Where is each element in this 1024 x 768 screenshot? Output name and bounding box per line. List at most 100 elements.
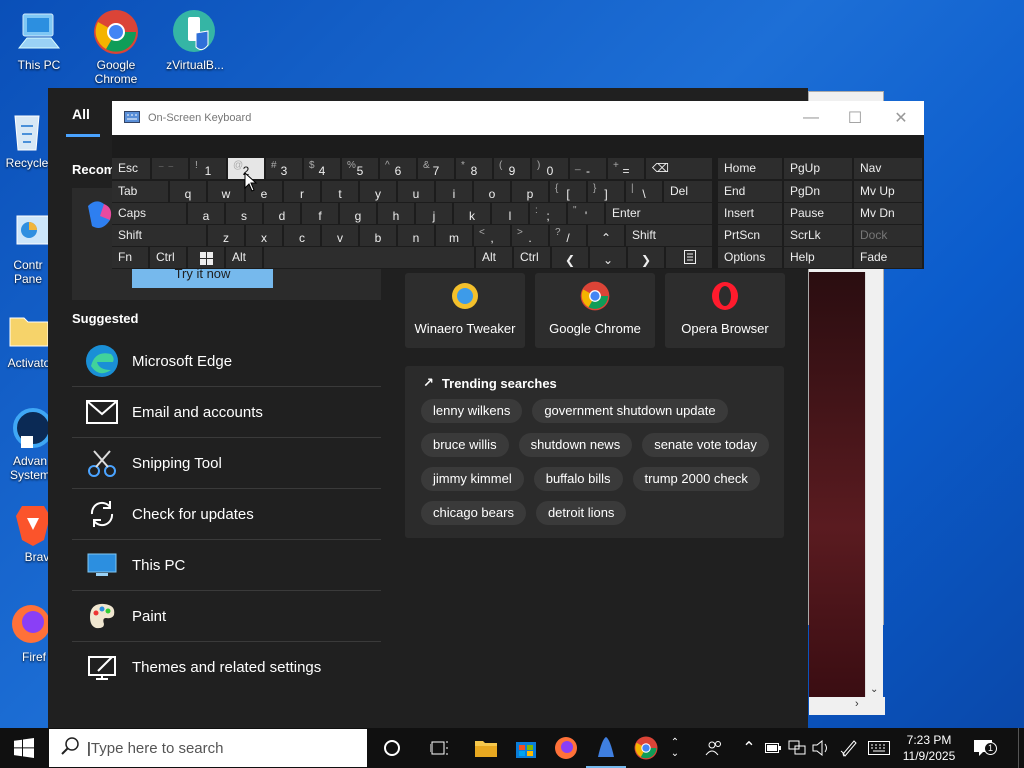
key-end[interactable]: End [718, 181, 782, 202]
key-8[interactable]: * 8 [456, 158, 492, 179]
trending-chip[interactable]: jimmy kimmel [421, 467, 524, 491]
key-pgup[interactable]: PgUp [784, 158, 852, 179]
osk-title-bar[interactable]: On-Screen Keyboard — ☐ ✕ [112, 101, 924, 135]
network-icon[interactable] [786, 728, 808, 768]
quick-app-google-chrome[interactable]: Google Chrome [535, 273, 655, 348]
key-prtscn[interactable]: PrtScn [718, 225, 782, 246]
key-q[interactable]: q [170, 181, 206, 202]
key-pause[interactable]: Pause [784, 203, 852, 224]
key-r[interactable]: r [284, 181, 320, 202]
start-button[interactable] [0, 728, 48, 768]
key-shift-left[interactable]: Shift [112, 225, 206, 246]
key-right-bracket[interactable]: }] [588, 181, 624, 202]
taskbar-firefox[interactable] [546, 728, 586, 768]
key-j[interactable]: j [416, 203, 452, 224]
close-button[interactable]: ✕ [878, 101, 924, 135]
key-l[interactable]: l [492, 203, 528, 224]
key-dock[interactable]: Dock [854, 225, 922, 246]
key-fade[interactable]: Fade [854, 247, 922, 268]
suggested-item-snipping-tool[interactable]: Snipping Tool [72, 438, 381, 489]
vertical-scrollbar[interactable]: ⌄ [865, 272, 883, 697]
maximize-button[interactable]: ☐ [832, 101, 878, 135]
key-minus[interactable]: _ - [570, 158, 606, 179]
key-del[interactable]: Del [664, 181, 712, 202]
key-comma[interactable]: <, [474, 225, 510, 246]
key-help[interactable]: Help [784, 247, 852, 268]
key-fn[interactable]: Fn [112, 247, 148, 268]
scroll-down-icon[interactable]: ⌄ [870, 684, 878, 695]
key-w[interactable]: w [208, 181, 244, 202]
scroll-right-icon[interactable]: › [855, 698, 859, 710]
key-alt-right[interactable]: Alt [476, 247, 512, 268]
key-left-arrow[interactable]: ❮ [552, 247, 588, 268]
taskbar-app-active[interactable] [586, 728, 626, 768]
key-backspace[interactable]: ⌫ [646, 158, 712, 179]
show-hidden-icons-button[interactable]: ⌃ [738, 728, 760, 768]
key-esc[interactable]: Esc [112, 158, 150, 179]
suggested-item-check-updates[interactable]: Check for updates [72, 489, 381, 540]
key-h[interactable]: h [378, 203, 414, 224]
key-m[interactable]: m [436, 225, 472, 246]
key-left-bracket[interactable]: {[ [550, 181, 586, 202]
cortana-button[interactable] [372, 728, 412, 768]
key-k[interactable]: k [454, 203, 490, 224]
quick-app-winaero-tweaker[interactable]: Winaero Tweaker [405, 273, 525, 348]
trending-chip[interactable]: lenny wilkens [421, 399, 523, 423]
taskbar-overflow-scroll[interactable]: ⌃ ⌄ [666, 728, 684, 768]
trending-chip[interactable]: buffalo bills [533, 467, 623, 491]
pen-workspace-icon[interactable] [838, 728, 860, 768]
key-nav[interactable]: Nav [854, 158, 922, 179]
key-y[interactable]: y [360, 181, 396, 202]
trending-chip[interactable]: shutdown news [518, 433, 633, 457]
key-semicolon[interactable]: :; [530, 203, 566, 224]
desktop-icon-google-chrome[interactable]: Google Chrome [77, 8, 155, 86]
suggested-item-themes[interactable]: Themes and related settings [72, 642, 381, 693]
key-6[interactable]: ^ 6 [380, 158, 416, 179]
key-g[interactable]: g [340, 203, 376, 224]
taskbar-file-explorer[interactable] [466, 728, 506, 768]
key-enter[interactable]: Enter [606, 203, 712, 224]
key-equals[interactable]: + = [608, 158, 644, 179]
taskbar-search-input[interactable]: | Type here to search [49, 729, 367, 767]
key-move-down[interactable]: Mv Dn [854, 203, 922, 224]
suggested-item-email-accounts[interactable]: Email and accounts [72, 387, 381, 438]
key-i[interactable]: i [436, 181, 472, 202]
action-center-button[interactable]: 1 [970, 728, 997, 768]
key-s[interactable]: s [226, 203, 262, 224]
key-backtick[interactable]: ⁻ ⁻ [152, 158, 188, 179]
key-shift-right[interactable]: Shift [626, 225, 712, 246]
key-z[interactable]: z [208, 225, 244, 246]
key-o[interactable]: o [474, 181, 510, 202]
desktop-icon-this-pc[interactable]: This PC [0, 8, 78, 72]
trending-chip[interactable]: bruce willis [421, 433, 509, 457]
key-a[interactable]: a [188, 203, 224, 224]
key-ctrl-left[interactable]: Ctrl [150, 247, 186, 268]
task-view-button[interactable] [420, 728, 460, 768]
key-9[interactable]: (9 [494, 158, 530, 179]
key-d[interactable]: d [264, 203, 300, 224]
key-v[interactable]: v [322, 225, 358, 246]
key-0[interactable]: ) 0 [532, 158, 568, 179]
key-space[interactable] [264, 247, 474, 268]
touch-keyboard-icon[interactable] [866, 728, 892, 768]
key-up-arrow[interactable]: ⌃ [588, 225, 624, 246]
horizontal-scrollbar[interactable]: › [809, 697, 885, 715]
key-7[interactable]: & 7 [418, 158, 454, 179]
key-windows[interactable] [188, 247, 224, 268]
key-options[interactable]: Options [718, 247, 782, 268]
key-backslash[interactable]: | \ [626, 181, 662, 202]
key-p[interactable]: p [512, 181, 548, 202]
key-down-arrow[interactable]: ⌄ [590, 247, 626, 268]
trending-chip[interactable]: detroit lions [535, 501, 627, 525]
key-slash[interactable]: ? / [550, 225, 586, 246]
battery-icon[interactable] [762, 728, 784, 768]
trending-chip[interactable]: senate vote today [642, 433, 769, 457]
key-1[interactable]: ! 1 [190, 158, 226, 179]
key-insert[interactable]: Insert [718, 203, 782, 224]
desktop-icon-zvirtualbox[interactable]: zVirtualB... [156, 8, 234, 72]
key-quote[interactable]: " ' [568, 203, 604, 224]
taskbar-clock[interactable]: 7:23 PM 11/9/2025 [892, 732, 966, 764]
key-3[interactable]: #3 [266, 158, 302, 179]
key-4[interactable]: $4 [304, 158, 340, 179]
key-c[interactable]: c [284, 225, 320, 246]
